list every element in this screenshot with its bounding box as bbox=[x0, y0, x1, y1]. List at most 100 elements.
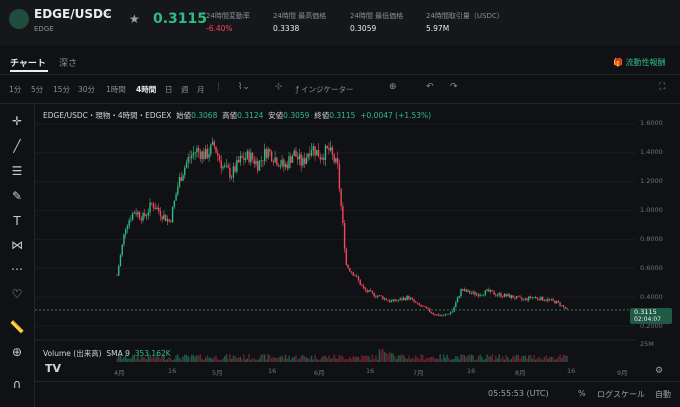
trend-line-icon[interactable]: ╱ bbox=[8, 137, 26, 155]
candle-body bbox=[401, 298, 403, 301]
liquidity-rewards-link[interactable]: 🎁 流動性報酬 bbox=[613, 57, 666, 68]
volume-bar bbox=[359, 359, 361, 362]
volume-bar bbox=[166, 359, 169, 362]
volume-bar bbox=[352, 356, 354, 362]
volume-bar bbox=[444, 357, 447, 362]
candle-body bbox=[357, 276, 360, 281]
zoom-in-icon[interactable]: ⊕ bbox=[8, 343, 26, 361]
volume-bar bbox=[561, 357, 563, 362]
redo-icon[interactable]: ↷ bbox=[450, 82, 458, 92]
timeframe-5m[interactable]: 5分 bbox=[31, 84, 43, 95]
crosshair-icon[interactable]: ✛ bbox=[8, 112, 26, 130]
candle-body bbox=[116, 275, 118, 277]
candle-body bbox=[390, 300, 393, 303]
undo-icon[interactable]: ↶ bbox=[426, 82, 434, 92]
volume-bar bbox=[371, 354, 374, 362]
magnet-icon[interactable]: ∩ bbox=[8, 375, 26, 393]
candle-body bbox=[394, 299, 396, 302]
candle-body bbox=[257, 161, 259, 171]
volume-bar bbox=[446, 354, 448, 362]
volume-bar bbox=[314, 354, 316, 362]
stat-value-volume: 5.97M bbox=[426, 24, 450, 33]
candle-body bbox=[439, 315, 441, 317]
timeframe-30m[interactable]: 30分 bbox=[78, 84, 95, 95]
pattern-icon[interactable]: ⋈ bbox=[8, 236, 26, 254]
volume-bar bbox=[493, 359, 495, 362]
heart-icon[interactable]: ♡ bbox=[8, 285, 26, 303]
candle-body bbox=[135, 212, 137, 215]
candle-body bbox=[270, 151, 273, 162]
candle-body bbox=[462, 289, 464, 291]
candle-body bbox=[369, 290, 372, 292]
stat-label-low: 24時間 最低価格 bbox=[350, 12, 404, 20]
volume-bar bbox=[258, 358, 261, 362]
timeframe-month[interactable]: 月 bbox=[197, 84, 205, 95]
compare-icon[interactable]: ⊹ bbox=[275, 82, 283, 92]
volume-bar bbox=[243, 354, 245, 362]
favorite-star-icon[interactable]: ★ bbox=[129, 12, 140, 26]
chevron-down-icon[interactable]: ⌄ bbox=[104, 8, 112, 18]
candle-body bbox=[486, 289, 488, 291]
timeframe-1m[interactable]: 1分 bbox=[9, 84, 21, 95]
volume-bar bbox=[336, 358, 339, 362]
candle-body bbox=[331, 147, 334, 155]
brush-icon[interactable]: ✎ bbox=[8, 187, 26, 205]
candle-body bbox=[383, 298, 386, 300]
pair-subtitle: EDGE bbox=[34, 25, 54, 33]
volume-bar bbox=[488, 356, 490, 362]
volume-bar bbox=[215, 355, 217, 362]
candle-body bbox=[328, 148, 330, 151]
log-scale-toggle[interactable]: ログスケール bbox=[597, 389, 645, 400]
volume-bar bbox=[217, 359, 219, 362]
timeframe-4h[interactable]: 4時間 bbox=[136, 84, 156, 95]
volume-bar bbox=[251, 358, 254, 362]
volume-bar bbox=[491, 354, 493, 362]
volume-bar bbox=[298, 358, 301, 362]
indicators-button[interactable]: ƒ インジケーター bbox=[296, 84, 354, 95]
auto-scale-toggle[interactable]: 自動 bbox=[655, 389, 671, 400]
volume-bar bbox=[324, 356, 327, 362]
volume-bar bbox=[429, 357, 431, 362]
volume-bar bbox=[199, 354, 202, 362]
candle-body bbox=[526, 298, 528, 301]
percent-scale-toggle[interactable]: % bbox=[578, 389, 586, 398]
tab-depth[interactable]: 深さ bbox=[59, 56, 77, 69]
x-tick: 8月 bbox=[515, 369, 526, 377]
timeframe-day[interactable]: 日 bbox=[165, 84, 173, 95]
pair-selector[interactable]: EDGE/USDC bbox=[34, 7, 112, 21]
ruler-icon[interactable]: 📏 bbox=[8, 318, 26, 336]
timeframe-15m[interactable]: 15分 bbox=[53, 84, 70, 95]
volume-bar bbox=[531, 358, 533, 362]
timeframe-1h[interactable]: 1時間 bbox=[106, 84, 126, 95]
candle-body bbox=[250, 152, 252, 163]
volume-bar bbox=[354, 356, 356, 362]
volume-bar bbox=[495, 355, 497, 362]
timeframe-week[interactable]: 週 bbox=[181, 84, 189, 95]
horizontal-lines-icon[interactable]: ☰ bbox=[8, 162, 26, 180]
volume-bar bbox=[380, 350, 382, 362]
measure-icon[interactable]: ⋯ bbox=[8, 260, 26, 278]
volume-tick: 25M bbox=[640, 340, 654, 348]
text-tool-icon[interactable]: T bbox=[8, 212, 26, 230]
settings-gear-icon[interactable]: ⚙ bbox=[655, 366, 663, 376]
price-chart[interactable] bbox=[35, 104, 635, 384]
volume-bar bbox=[196, 355, 198, 362]
fullscreen-icon[interactable]: ⛶ bbox=[659, 82, 665, 92]
candle-body bbox=[324, 145, 327, 160]
volume-bar bbox=[347, 359, 349, 362]
volume-bar bbox=[208, 357, 210, 362]
volume-bar bbox=[350, 358, 353, 362]
volume-bar bbox=[331, 357, 334, 362]
add-icon[interactable]: ⊕ bbox=[389, 82, 397, 92]
chart-type-icon[interactable]: ⌇⌄ bbox=[238, 82, 250, 92]
tab-chart[interactable]: チャート bbox=[10, 56, 46, 69]
candle-body bbox=[495, 294, 497, 296]
volume-bar bbox=[236, 357, 238, 362]
candle-body bbox=[514, 297, 516, 299]
gift-icon: 🎁 bbox=[613, 58, 623, 67]
candle-body bbox=[217, 152, 219, 156]
candle-body bbox=[229, 167, 231, 178]
stat-value-change: -6.40% bbox=[206, 24, 233, 33]
utc-clock[interactable]: 05:55:53 (UTC) bbox=[488, 389, 549, 398]
volume-bar bbox=[284, 354, 287, 362]
